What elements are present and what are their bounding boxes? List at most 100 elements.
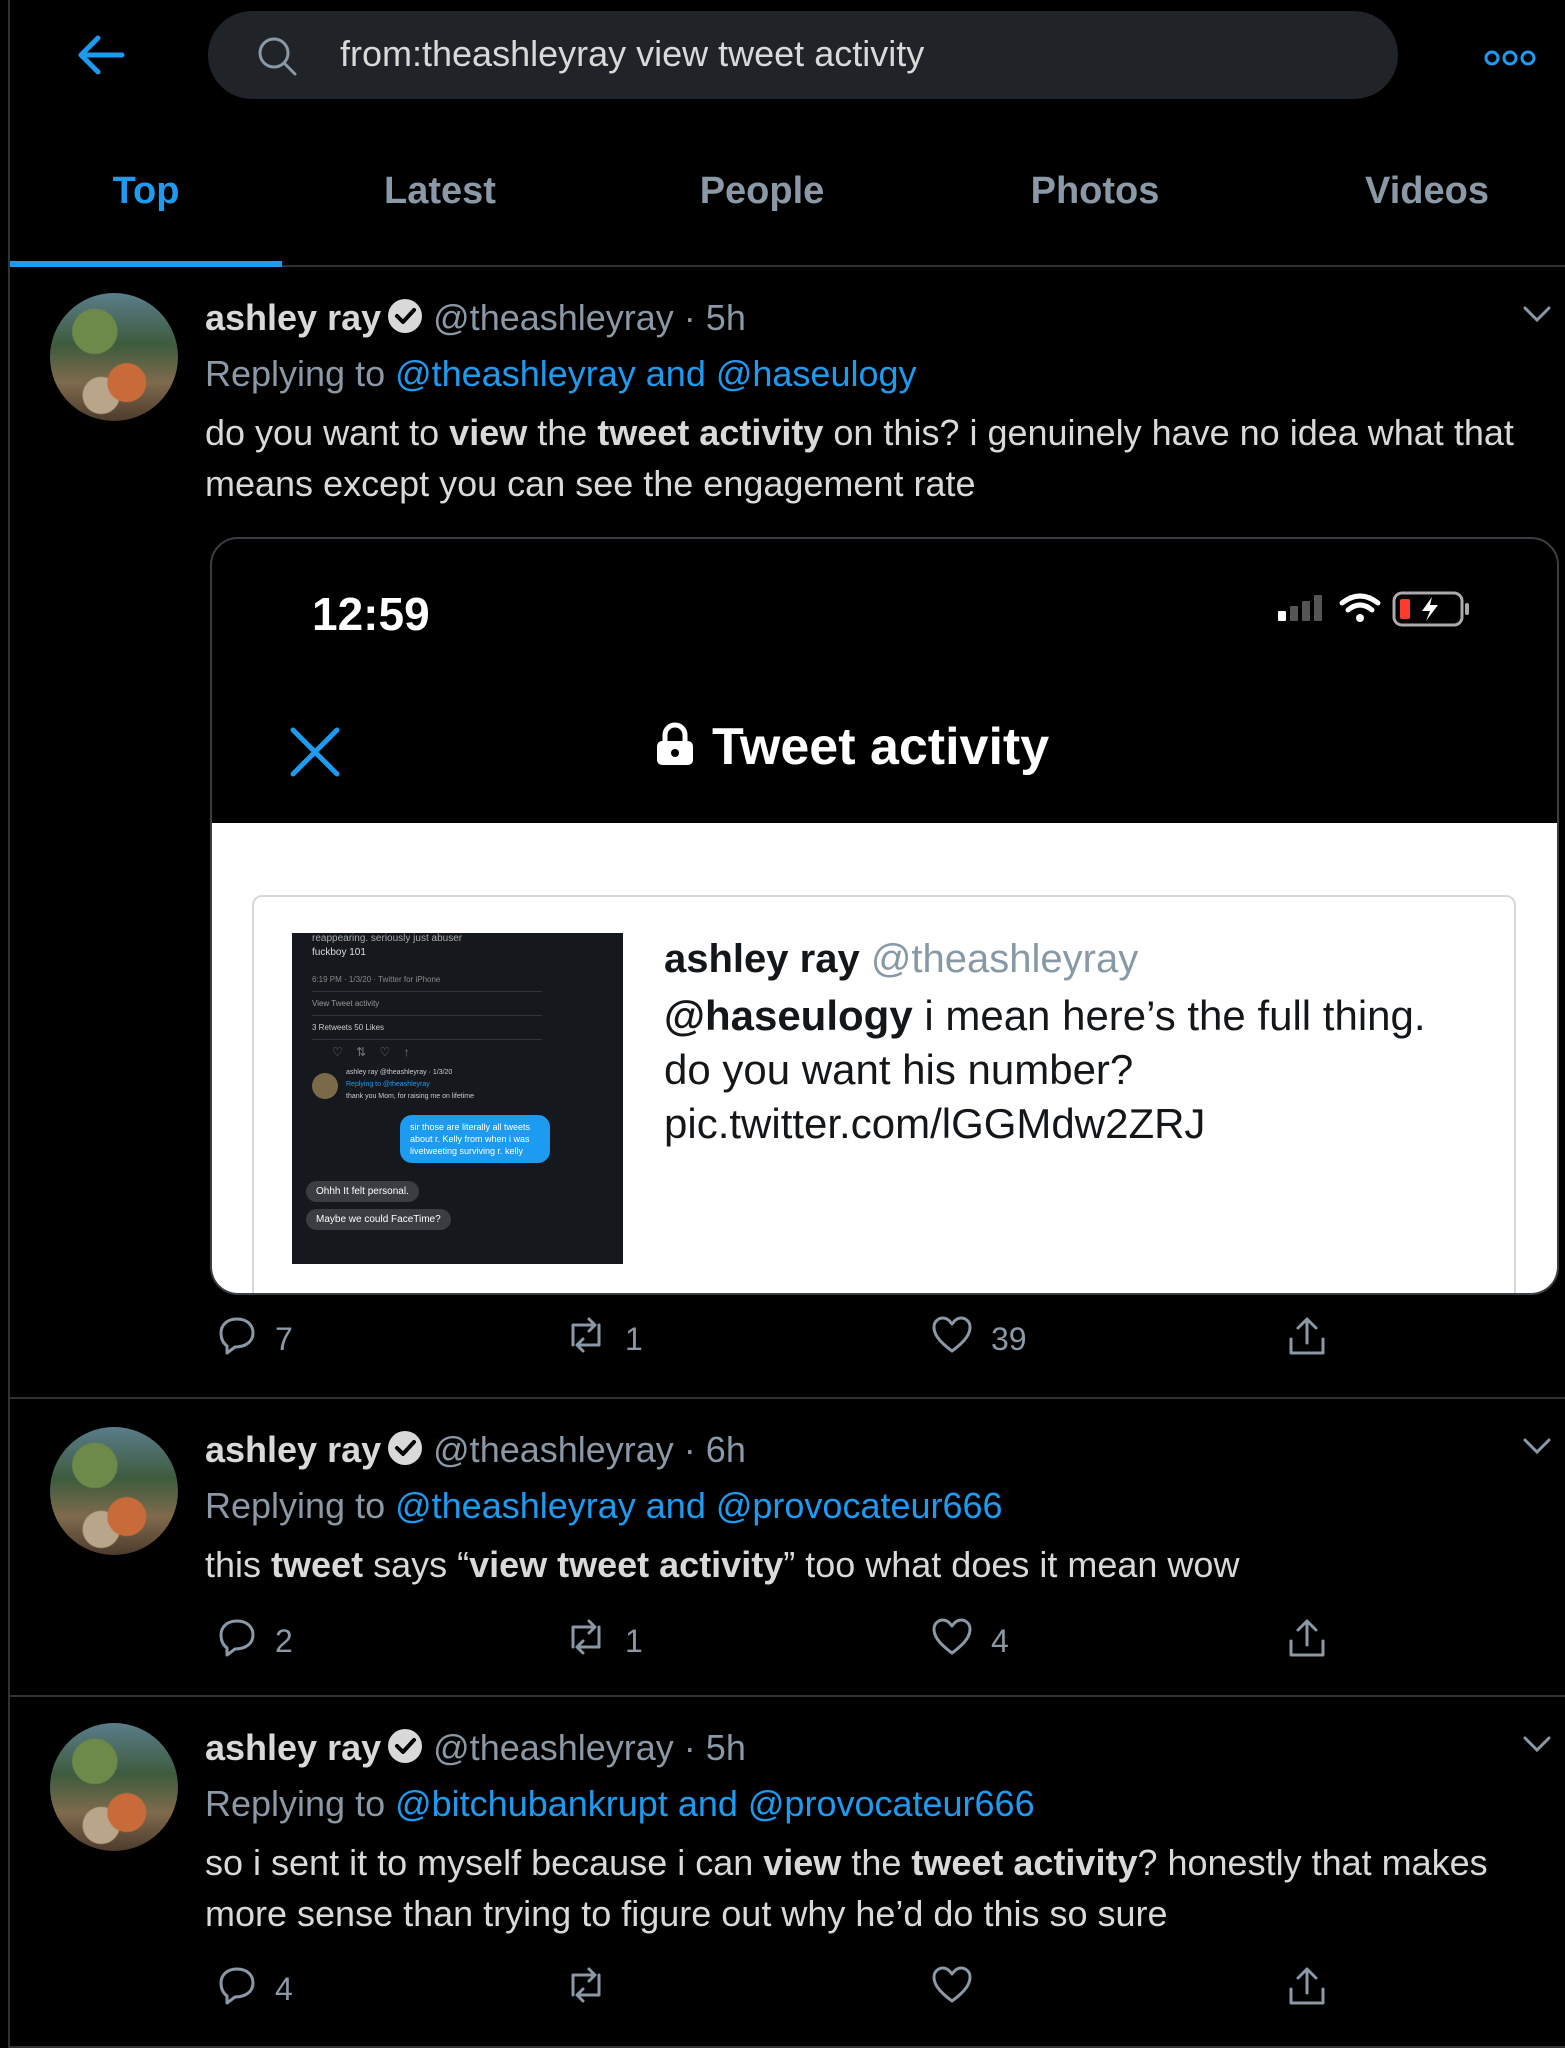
reply-button[interactable]: 7 <box>217 1315 293 1363</box>
tweet-text: so i sent it to myself because i can vie… <box>205 1842 1488 1934</box>
retweet-count: 1 <box>625 1622 643 1659</box>
search-query[interactable]: from:theashleyray view tweet activity <box>340 33 924 75</box>
replying-prefix: Replying to <box>205 1485 396 1526</box>
like-button[interactable]: 4 <box>931 1617 1009 1665</box>
author-name[interactable]: ashley ray <box>205 1429 381 1470</box>
chevron-down-icon[interactable] <box>1520 1727 1554 1766</box>
tweet[interactable]: ashley ray @theashleyray · 5h Replying to… <box>10 1697 1565 2048</box>
tweet-actions: 7 1 39 <box>205 1315 1355 1365</box>
modal-body: reappearing. seriously just abuser fuckb… <box>212 823 1557 1293</box>
avatar[interactable] <box>50 1427 178 1555</box>
thumb-text: fuckboy 101 <box>312 947 366 958</box>
retweet-icon <box>565 1965 625 2013</box>
thumb-divider <box>312 1015 542 1016</box>
heart-icon <box>931 1617 991 1665</box>
share-button[interactable] <box>1287 1617 1345 1667</box>
back-arrow-icon[interactable] <box>70 25 130 85</box>
tweet-text: this tweet says “view tweet activity” to… <box>205 1544 1240 1585</box>
more-options-icon[interactable] <box>1484 42 1536 76</box>
replying-to: Replying to @bitchubankrupt and @provoca… <box>205 1783 1035 1825</box>
reply-count: 2 <box>275 1622 293 1659</box>
tweet-actions: 4 <box>205 1965 1355 2015</box>
tweet-header: ashley ray @theashleyray · 6h <box>205 1429 746 1475</box>
reply-button[interactable]: 2 <box>217 1617 293 1665</box>
tweet-header: ashley ray @theashleyray · 5h <box>205 297 746 343</box>
author-name[interactable]: ashley ray <box>205 1727 381 1768</box>
search-icon <box>256 35 298 82</box>
header: from:theashleyray view tweet activity To… <box>10 0 1565 267</box>
share-button[interactable] <box>1287 1965 1345 2015</box>
author-name[interactable]: ashley ray <box>205 297 381 338</box>
highlighted-keyword: tweet <box>271 1544 364 1585</box>
highlighted-keyword: tweet activity <box>597 412 824 453</box>
verified-badge-icon <box>387 1430 423 1475</box>
avatar[interactable] <box>50 293 178 421</box>
replying-links[interactable]: @theashleyray and @haseulogy <box>395 353 916 394</box>
tweet[interactable]: ashley ray @theashleyray · 6h Replying to… <box>10 1399 1565 1697</box>
tweet-header: ashley ray @theashleyray · 5h <box>205 1727 746 1773</box>
replying-to: Replying to @theashleyray and @haseulogy <box>205 353 917 395</box>
retweet-button[interactable] <box>565 1965 625 2013</box>
tab-latest[interactable]: Latest <box>384 170 496 213</box>
reply-icon <box>217 1617 275 1665</box>
highlighted-keyword: view <box>449 412 528 453</box>
reply-count: 4 <box>275 1970 293 2007</box>
reply-button[interactable]: 4 <box>217 1965 293 2013</box>
thumb-action-icons: ♡ ⇅ ♡ ↑ <box>332 1045 410 1059</box>
replying-links[interactable]: @theashleyray and @provocateur666 <box>395 1485 1002 1526</box>
thumb-blue-bubble: sir those are literally all tweets about… <box>400 1115 550 1163</box>
replying-links[interactable]: @bitchubankrupt and @provocateur666 <box>395 1783 1035 1824</box>
author-handle-time[interactable]: @theashleyray · 5h <box>433 297 746 338</box>
reply-icon <box>217 1315 275 1363</box>
avatar[interactable] <box>50 1723 178 1851</box>
reply-icon <box>217 1965 275 2013</box>
share-icon <box>1287 1617 1345 1667</box>
embedded-thumbnail: reappearing. seriously just abuser fuckb… <box>292 933 623 1264</box>
thumb-gray-bubble: Maybe we could FaceTime? <box>306 1209 451 1230</box>
author-handle-time[interactable]: @theashleyray · 5h <box>433 1727 746 1768</box>
tweet[interactable]: ashley ray @theashleyray · 5h Replying to… <box>10 267 1565 1399</box>
like-button[interactable] <box>931 1965 991 2013</box>
thumb-gray-bubble: Ohhh It felt personal. <box>306 1181 419 1202</box>
replying-to: Replying to @theashleyray and @provocate… <box>205 1485 1003 1527</box>
tab-top[interactable]: Top <box>113 170 180 213</box>
status-icons <box>1272 589 1512 634</box>
app-frame: from:theashleyray view tweet activity To… <box>8 0 1565 2048</box>
thumb-text: thank you Mom, for raising me on lifetim… <box>346 1093 474 1100</box>
tweet-text: do you want to view the tweet activity o… <box>205 412 1514 504</box>
search-bar[interactable]: from:theashleyray view tweet activity <box>208 11 1398 99</box>
like-button[interactable]: 39 <box>931 1315 1027 1363</box>
thumb-text: reappearing. seriously just abuser <box>312 933 463 944</box>
heart-icon <box>931 1315 991 1363</box>
thumb-text: 3 Retweets 50 Likes <box>312 1023 385 1032</box>
card-handle: @theashleyray <box>870 937 1139 981</box>
thumb-text: View Tweet activity <box>312 999 380 1008</box>
modal-title-text: Tweet activity <box>712 718 1050 776</box>
replying-prefix: Replying to <box>205 1783 396 1824</box>
embedded-tweet-card: reappearing. seriously just abuser fuckb… <box>252 895 1516 1293</box>
share-icon <box>1287 1315 1345 1365</box>
card-name: ashley ray <box>664 937 860 981</box>
retweet-button[interactable]: 1 <box>565 1617 643 1665</box>
reply-count: 7 <box>275 1320 293 1357</box>
thumb-text: 6:19 PM · 1/3/20 · Twitter for iPhone <box>312 975 441 984</box>
chevron-down-icon[interactable] <box>1520 297 1554 336</box>
retweet-button[interactable]: 1 <box>565 1315 643 1363</box>
heart-icon <box>931 1965 991 2013</box>
tab-videos[interactable]: Videos <box>1365 170 1489 213</box>
retweet-icon <box>565 1617 625 1665</box>
thumb-text: ashley ray @theashleyray · 1/3/20 <box>346 1069 453 1076</box>
card-author: ashley ray @theashleyray <box>664 937 1138 982</box>
chevron-down-icon[interactable] <box>1520 1429 1554 1468</box>
modal-title: Tweet activity <box>654 717 1049 779</box>
thumb-avatar <box>312 1073 338 1099</box>
author-handle-time[interactable]: @theashleyray · 6h <box>433 1429 746 1470</box>
tweet-actions: 2 1 4 <box>205 1617 1355 1667</box>
replying-prefix: Replying to <box>205 353 396 394</box>
highlighted-keyword: tweet activity <box>911 1842 1138 1883</box>
tab-people[interactable]: People <box>700 170 825 213</box>
share-button[interactable] <box>1287 1315 1345 1365</box>
attached-image[interactable]: 12:59 Tweet activity reappearing. seriou… <box>210 537 1559 1295</box>
tab-photos[interactable]: Photos <box>1031 170 1160 213</box>
status-time: 12:59 <box>312 588 430 640</box>
